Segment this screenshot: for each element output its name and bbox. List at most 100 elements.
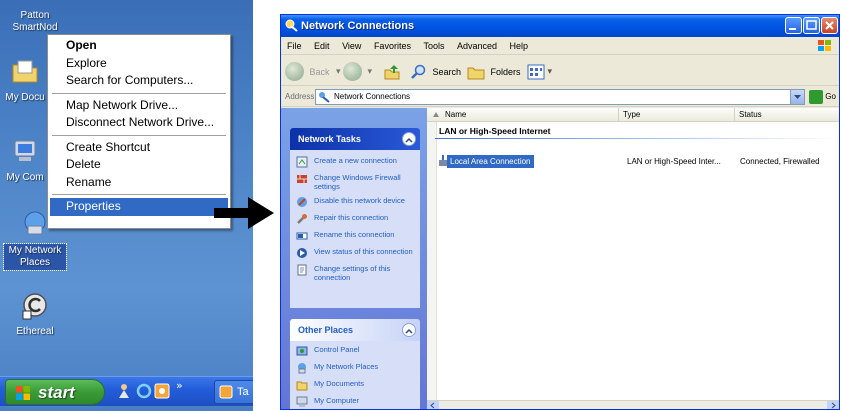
toolbar: Back ▾ ▾ Search Folders ▾: [281, 56, 839, 86]
network-tasks-panel: Network Tasks Create a new connection Ch…: [290, 128, 420, 308]
menu-help[interactable]: Help: [506, 37, 533, 55]
forward-arrow-icon: [343, 62, 362, 82]
menu-item-rename[interactable]: Rename: [50, 174, 228, 192]
collapse-chevron-icon[interactable]: [402, 132, 416, 146]
folder-icon: [296, 381, 308, 391]
task-link-label: Disable this network device: [314, 196, 405, 205]
column-name-header[interactable]: Name: [427, 108, 619, 122]
start-button[interactable]: start: [5, 379, 105, 405]
folders-button[interactable]: Folders: [467, 61, 521, 81]
close-button[interactable]: [821, 17, 838, 34]
up-folder-icon: [384, 64, 400, 80]
task-link-label: Change Windows Firewall settings: [314, 173, 401, 191]
chevron-right-icon: [831, 402, 836, 409]
network-connections-icon: [319, 92, 330, 103]
address-dropdown-button[interactable]: [790, 90, 804, 104]
go-button[interactable]: Go: [809, 89, 836, 105]
other-places-title: Other Places: [298, 325, 354, 335]
window-title: Network Connections: [301, 20, 415, 32]
table-row[interactable]: Local Area Connection LAN or High-Speed …: [435, 155, 835, 168]
network-connections-window: Network Connections File Edit View Favor…: [280, 14, 840, 410]
place-my-documents[interactable]: My Documents: [296, 379, 416, 391]
chevron-up-icon: [405, 328, 413, 334]
desktop-icon-label: Ethereal: [16, 326, 54, 337]
menu-item-explore[interactable]: Explore: [50, 55, 228, 73]
place-my-network-places[interactable]: My Network Places: [296, 362, 416, 374]
go-label: Go: [825, 92, 836, 101]
scroll-left-button[interactable]: [427, 401, 439, 409]
connection-type: LAN or High-Speed Inter...: [627, 157, 721, 166]
network-connections-icon: [285, 19, 298, 32]
menu-item-delete[interactable]: Delete: [50, 156, 228, 174]
internet-explorer-icon[interactable]: [136, 383, 152, 399]
menu-item-map-network-drive[interactable]: Map Network Drive...: [50, 97, 228, 115]
taskbar-button[interactable]: Ta: [214, 380, 253, 404]
folders-label: Folders: [490, 66, 521, 77]
place-control-panel[interactable]: Control Panel: [296, 345, 416, 357]
task-view-status[interactable]: View status of this connection: [296, 247, 416, 259]
desktop-icon-patton[interactable]: Patton SmartNod: [4, 10, 66, 34]
collapse-chevron-icon[interactable]: [402, 323, 416, 337]
desktop-icon-ethereal[interactable]: Ethereal: [4, 292, 66, 338]
menu-item-disconnect-network-drive[interactable]: Disconnect Network Drive...: [50, 114, 228, 132]
maximize-button[interactable]: [803, 17, 820, 34]
task-repair-connection[interactable]: Repair this connection: [296, 213, 416, 225]
menu-tools[interactable]: Tools: [419, 37, 448, 55]
menu-edit[interactable]: Edit: [310, 37, 334, 55]
desktop-icon-label: My Network Places: [3, 243, 67, 271]
task-change-settings[interactable]: Change settings of this connection: [296, 264, 416, 282]
title-bar[interactable]: Network Connections: [281, 15, 839, 37]
menu-item-create-shortcut[interactable]: Create Shortcut: [50, 139, 228, 157]
menu-item-search-computers[interactable]: Search for Computers...: [50, 72, 228, 90]
rename-icon: [296, 232, 308, 240]
place-my-computer[interactable]: My Computer: [296, 396, 416, 408]
task-firewall-settings[interactable]: Change Windows Firewall settings: [296, 173, 416, 191]
task-pane: Network Tasks Create a new connection Ch…: [281, 108, 427, 409]
network-tasks-header[interactable]: Network Tasks: [290, 128, 420, 150]
other-places-header[interactable]: Other Places: [290, 319, 420, 341]
chevron-left-icon: [430, 402, 435, 409]
up-folder-button[interactable]: [383, 61, 401, 81]
task-create-connection[interactable]: Create a new connection: [296, 156, 416, 168]
search-button[interactable]: Search: [411, 61, 461, 81]
minimize-icon: [789, 28, 796, 30]
task-link-label: Repair this connection: [314, 213, 389, 222]
windows-flag-icon: [818, 40, 831, 51]
menu-view[interactable]: View: [338, 37, 365, 55]
task-link-label: Rename this connection: [314, 230, 395, 239]
menu-favorites[interactable]: Favorites: [370, 37, 415, 55]
column-header: Name Type Status: [427, 108, 839, 122]
minimize-button[interactable]: [785, 17, 802, 34]
group-heading: LAN or High-Speed Internet: [439, 126, 551, 136]
forward-button[interactable]: ▾: [343, 61, 372, 82]
other-places-panel: Other Places Control Panel My Network Pl…: [290, 319, 420, 409]
ethereal-icon: [22, 293, 47, 320]
chevron-down-icon: ▾: [547, 66, 553, 76]
horizontal-scrollbar[interactable]: [427, 400, 839, 409]
task-disable-device[interactable]: Disable this network device: [296, 196, 416, 208]
connection-name: Local Area Connection: [447, 155, 534, 168]
user-icon[interactable]: [116, 383, 132, 399]
context-menu: Open Explore Search for Computers... Map…: [47, 34, 231, 229]
firewall-icon: [297, 175, 307, 183]
taskbar: start » Ta: [0, 376, 253, 406]
desktop-icon-label: Patton SmartNod: [12, 10, 58, 33]
column-status-header[interactable]: Status: [735, 108, 839, 122]
menu-item-open[interactable]: Open: [50, 37, 228, 55]
task-rename-connection[interactable]: Rename this connection: [296, 230, 416, 242]
group-divider: [435, 138, 835, 139]
chevron-up-icon: [405, 137, 413, 143]
address-label: Address: [285, 92, 315, 101]
menu-file[interactable]: File: [283, 37, 306, 55]
back-button[interactable]: Back ▾: [285, 61, 341, 82]
menu-advanced[interactable]: Advanced: [453, 37, 501, 55]
windows-logo-icon: [16, 386, 30, 400]
menu-item-properties[interactable]: Properties: [50, 198, 228, 216]
scroll-right-button[interactable]: [827, 401, 839, 409]
media-player-icon[interactable]: [154, 383, 170, 399]
address-input[interactable]: Network Connections: [315, 89, 805, 105]
quick-launch-overflow[interactable]: »: [176, 379, 183, 392]
column-label: Status: [739, 110, 762, 119]
views-button[interactable]: ▾: [527, 61, 552, 81]
column-type-header[interactable]: Type: [619, 108, 735, 122]
